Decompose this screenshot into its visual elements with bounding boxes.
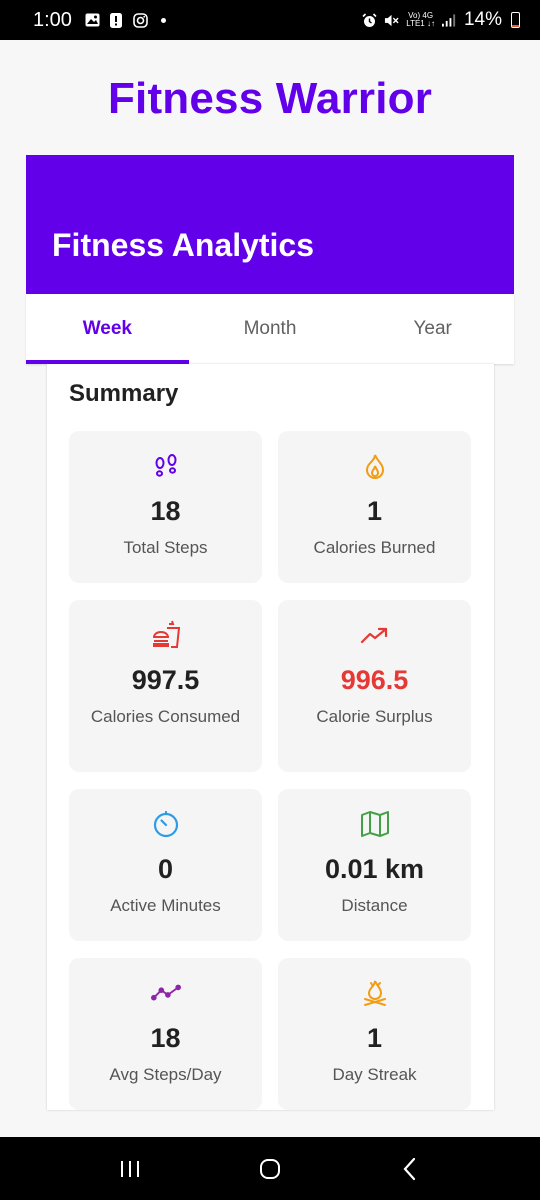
flame-icon <box>360 451 390 481</box>
calories-consumed-value: 997.5 <box>131 665 200 695</box>
calories-burned-value: 1 <box>366 496 383 526</box>
instagram-icon <box>133 12 148 28</box>
calorie-surplus-value: 996.5 <box>340 665 409 695</box>
signal-icon <box>441 13 457 28</box>
calories-consumed-label: Calories Consumed <box>90 707 241 726</box>
period-tabs: Week Month Year <box>26 294 514 364</box>
battery-percent: 14% <box>463 9 502 30</box>
alarm-icon <box>362 12 377 28</box>
battery-icon <box>511 12 520 28</box>
status-bar: 1:00 Vo) 4G LTE1 ↓↑ 14% <box>0 0 540 40</box>
day-streak-value: 1 <box>366 1023 383 1053</box>
calories-consumed-card[interactable]: 997.5 Calories Consumed <box>69 600 262 772</box>
status-time: 1:00 <box>33 8 72 31</box>
avg-steps-card[interactable]: 18 Avg Steps/Day <box>69 958 262 1110</box>
network-type: Vo) 4G LTE1 ↓↑ <box>406 12 435 28</box>
tab-month[interactable]: Month <box>189 294 352 364</box>
calorie-surplus-label: Calorie Surplus <box>316 707 433 726</box>
distance-card[interactable]: 0.01 km Distance <box>278 789 471 941</box>
timer-icon <box>151 809 181 839</box>
campfire-icon <box>360 978 390 1008</box>
home-button[interactable] <box>250 1149 290 1189</box>
calories-burned-label: Calories Burned <box>313 538 436 557</box>
back-button[interactable] <box>390 1149 430 1189</box>
summary-title: Summary <box>69 380 179 407</box>
day-streak-label: Day Streak <box>332 1065 417 1084</box>
system-nav-bar <box>0 1137 540 1200</box>
avg-steps-value: 18 <box>150 1023 181 1053</box>
recent-apps-button[interactable] <box>110 1149 150 1189</box>
trending-up-icon <box>360 620 390 650</box>
alert-notification-icon <box>109 12 124 28</box>
more-notifications-icon <box>160 17 166 23</box>
total-steps-value: 18 <box>150 496 181 526</box>
fastfood-icon <box>151 620 181 650</box>
calories-burned-card[interactable]: 1 Calories Burned <box>278 431 471 583</box>
total-steps-label: Total Steps <box>123 538 208 557</box>
tab-week[interactable]: Week <box>26 294 189 364</box>
distance-value: 0.01 km <box>324 854 425 884</box>
mute-icon <box>384 13 399 28</box>
gallery-notification-icon <box>85 13 100 28</box>
summary-panel: Summary 18 Total Steps 1 Calories Burned <box>47 364 494 1110</box>
tab-year[interactable]: Year <box>351 294 514 364</box>
analytics-header: Fitness Analytics <box>26 155 514 294</box>
day-streak-card[interactable]: 1 Day Streak <box>278 958 471 1110</box>
active-minutes-label: Active Minutes <box>110 896 221 915</box>
active-minutes-card[interactable]: 0 Active Minutes <box>69 789 262 941</box>
map-icon <box>360 809 390 839</box>
distance-label: Distance <box>341 896 408 915</box>
analytics-title: Fitness Analytics <box>52 227 315 263</box>
calorie-surplus-card[interactable]: 996.5 Calorie Surplus <box>278 600 471 772</box>
app-title: Fitness Warrior <box>107 74 433 123</box>
footprints-icon <box>151 451 181 481</box>
avg-steps-label: Avg Steps/Day <box>109 1065 222 1084</box>
active-minutes-value: 0 <box>157 854 174 884</box>
total-steps-card[interactable]: 18 Total Steps <box>69 431 262 583</box>
line-chart-icon <box>150 978 181 1008</box>
network-bottom-text: LTE1 ↓↑ <box>406 19 435 28</box>
